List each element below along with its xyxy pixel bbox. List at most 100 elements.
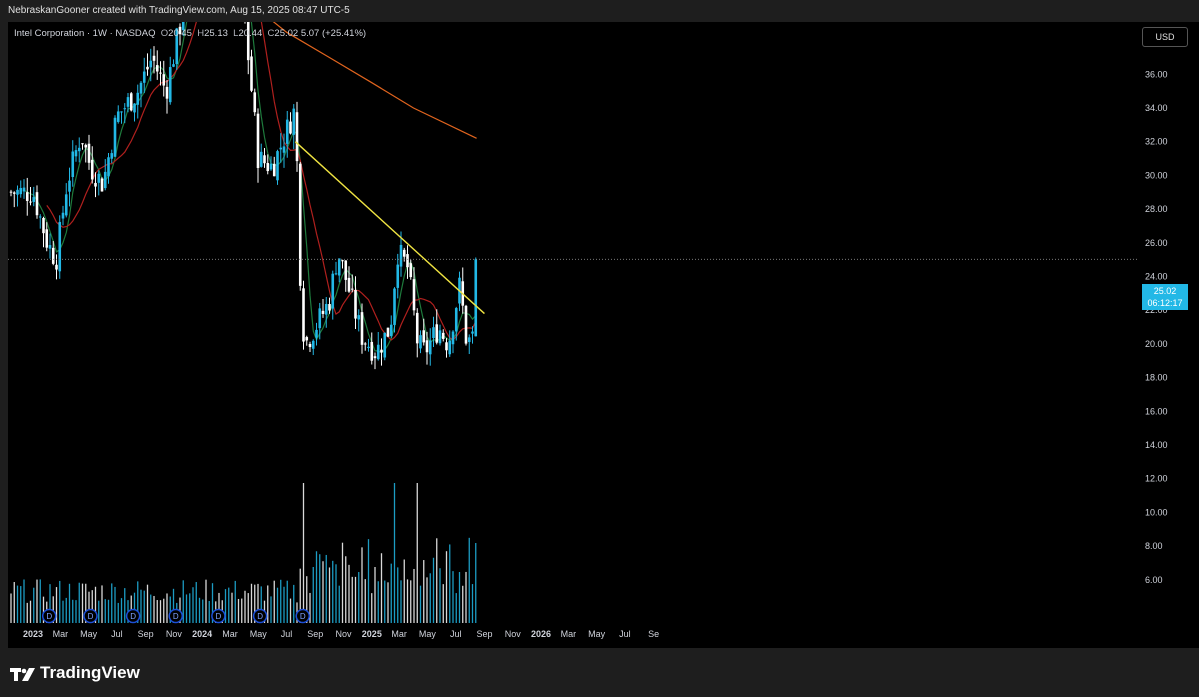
candle-body [61, 212, 65, 219]
candle-body [22, 187, 26, 192]
candle-body [263, 155, 266, 164]
candle-body [451, 331, 455, 345]
candle-body [123, 108, 127, 110]
candle-body [428, 340, 432, 355]
price-axis-label: 6.00 [1145, 575, 1163, 585]
candle-body [113, 117, 117, 157]
candle-body [32, 197, 36, 202]
candle-body [341, 260, 344, 262]
candle-body [29, 201, 32, 203]
candle-body [438, 330, 442, 344]
dividend-marker-label: D [257, 612, 263, 621]
candle-body [441, 332, 445, 339]
candle-body [393, 288, 396, 325]
candle-body [295, 112, 299, 162]
candle-body [302, 288, 305, 342]
candle-body [35, 192, 39, 216]
price-axis-label: 24.00 [1145, 272, 1168, 282]
candle-body [253, 92, 257, 113]
dividend-marker-label: D [130, 612, 136, 621]
price-axis-label: 32.00 [1145, 137, 1168, 147]
time-axis-label: Jul [619, 629, 631, 639]
candle-body [42, 218, 45, 234]
candle-body [474, 259, 478, 337]
candle-body [74, 150, 78, 157]
candle-body [142, 71, 146, 83]
candle-body [471, 331, 474, 334]
candle-body [51, 247, 55, 264]
candle-body [64, 194, 68, 216]
candle-body [90, 159, 94, 180]
candle-body [285, 119, 289, 144]
candle-body [402, 249, 406, 257]
candle-body [94, 182, 97, 187]
close-value: 25.02 [274, 28, 299, 39]
candle-body [45, 229, 49, 248]
time-axis-label: 2023 [23, 629, 43, 639]
sma-long-line [272, 22, 477, 139]
candle-body [25, 192, 29, 201]
chart-pane[interactable]: 2023 Mar May Jul Sep Nov 2024 Mar May Jul Sep Nov 20… [8, 22, 1137, 648]
candle-body [168, 67, 172, 103]
candle-body [432, 327, 435, 339]
candle-body [396, 264, 400, 288]
brand-name: TradingView [40, 663, 140, 682]
candle-body [292, 108, 296, 135]
candle-body [107, 157, 110, 177]
time-axis-label: Mar [222, 629, 238, 639]
candle-body [272, 163, 276, 177]
candle-body [250, 56, 253, 91]
candle-body [71, 151, 75, 177]
time-axis-label: Nov [336, 629, 353, 639]
time-axis-label: May [250, 629, 268, 639]
candle-body [308, 343, 312, 348]
candle-body [68, 180, 71, 192]
candle-body [120, 111, 123, 113]
candle-body [152, 55, 156, 61]
candle-body [386, 327, 390, 337]
candle-body [126, 97, 130, 107]
candle-body [328, 304, 331, 311]
candle-body [376, 344, 380, 360]
candle-body [256, 113, 260, 168]
time-axis-label: Sep [476, 629, 492, 639]
candle-body [165, 86, 169, 99]
time-axis-label: May [588, 629, 606, 639]
trendline [294, 141, 485, 315]
time-axis-label: Jul [111, 629, 123, 639]
currency-button[interactable]: USD [1142, 27, 1188, 47]
candle-body [97, 173, 101, 183]
candle-body [383, 332, 387, 358]
candle-body [162, 74, 166, 86]
candle-body [367, 346, 370, 349]
candle-body [305, 337, 309, 341]
candle-body [448, 340, 452, 355]
candle-body [48, 245, 52, 249]
price-axis[interactable]: 38.0036.0034.0032.0030.0028.0026.0024.00… [1137, 22, 1199, 648]
candle-body [412, 279, 416, 311]
price-axis-label: 10.00 [1145, 507, 1168, 517]
time-axis-label: Mar [391, 629, 407, 639]
price-axis-label: 30.00 [1145, 170, 1168, 180]
candle-body [269, 163, 273, 170]
candle-body [311, 340, 315, 349]
tradingview-logo[interactable]: TradingView [10, 663, 140, 683]
candle-body [58, 221, 62, 272]
time-axis-label: 2026 [531, 629, 551, 639]
candle-body [467, 337, 471, 343]
candle-body [324, 303, 328, 315]
price-chart[interactable]: 2023 Mar May Jul Sep Nov 2024 Mar May Jul Sep Nov 20… [8, 22, 1137, 648]
candle-body [38, 216, 42, 218]
sma-short-line [23, 22, 477, 354]
candle-body [337, 258, 341, 276]
candle-body [81, 143, 84, 145]
price-axis-label: 36.00 [1145, 69, 1168, 79]
candle-body [357, 315, 361, 320]
last-price-tag: 25.02 06:12:17 [1142, 284, 1188, 310]
price-axis-label: 14.00 [1145, 440, 1168, 450]
price-axis-label: 16.00 [1145, 406, 1168, 416]
change-value: 5.07 (+25.41%) [300, 28, 367, 39]
time-axis-label: Jul [450, 629, 462, 639]
time-axis-label: Mar [561, 629, 577, 639]
price-axis-label: 8.00 [1145, 541, 1163, 551]
